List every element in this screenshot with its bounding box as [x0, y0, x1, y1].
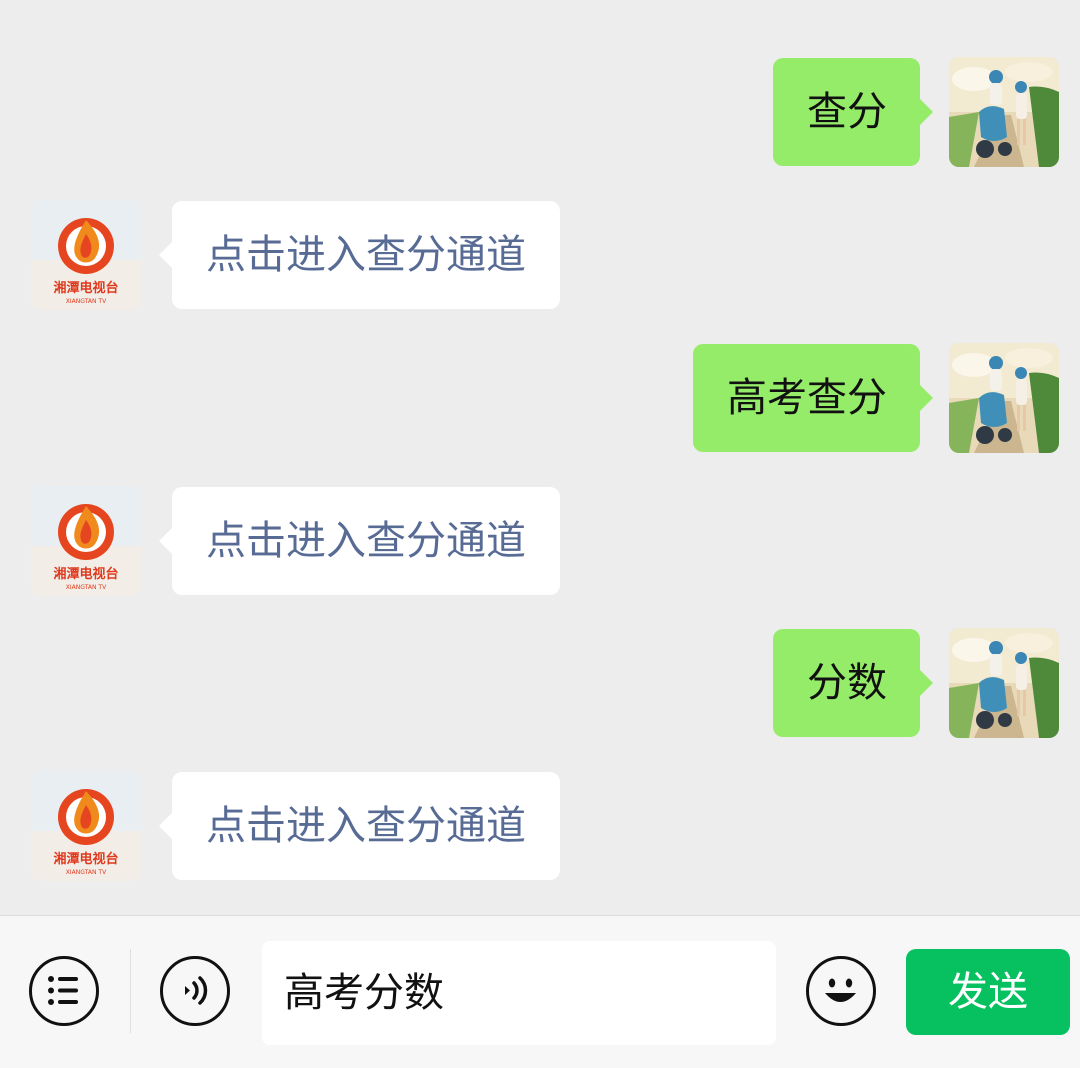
input-bar-divider [130, 949, 131, 1033]
station-logo: 湘潭电视台 XIANGTAN TV [31, 771, 141, 881]
score-channel-link[interactable]: 点击进入查分通道 [159, 201, 560, 309]
user-avatar-image [949, 628, 1059, 738]
official-account-avatar[interactable]: 湘潭电视台 XIANGTAN TV [31, 486, 141, 596]
user-avatar[interactable] [949, 343, 1059, 453]
svg-text:XIANGTAN TV: XIANGTAN TV [66, 298, 107, 305]
list-menu-button[interactable] [29, 956, 99, 1026]
user-avatar[interactable] [949, 57, 1059, 167]
svg-text:湘潭电视台: 湘潭电视台 [53, 566, 118, 582]
outgoing-message-bubble[interactable]: 分数 [773, 629, 933, 737]
score-channel-link[interactable]: 点击进入查分通道 [159, 772, 560, 880]
svg-text:湘潭电视台: 湘潭电视台 [53, 851, 118, 867]
user-avatar-image [949, 57, 1059, 167]
message-input[interactable]: 高考分数 [262, 941, 776, 1045]
chat-message-list[interactable]: 查分 湘潭电视台 XIANGTAN TV 点击进入查分通道 高考查分 湘潭电视台… [0, 0, 1080, 915]
message-row-incoming: 湘潭电视台 XIANGTAN TV 点击进入查分通道 [0, 486, 1080, 596]
list-menu-icon [48, 976, 78, 1005]
message-row-outgoing: 分数 [0, 628, 1080, 738]
score-channel-link[interactable]: 点击进入查分通道 [159, 487, 560, 595]
svg-text:XIANGTAN TV: XIANGTAN TV [66, 584, 107, 591]
send-button[interactable]: 发送 [906, 949, 1070, 1035]
message-row-incoming: 湘潭电视台 XIANGTAN TV 点击进入查分通道 [0, 771, 1080, 881]
station-logo: 湘潭电视台 XIANGTAN TV [31, 486, 141, 596]
chat-input-bar: 高考分数 发送 [0, 915, 1080, 1068]
message-row-incoming: 湘潭电视台 XIANGTAN TV 点击进入查分通道 [0, 200, 1080, 310]
outgoing-message-bubble[interactable]: 高考查分 [693, 344, 933, 452]
emoji-icon [825, 978, 856, 1002]
outgoing-message-bubble[interactable]: 查分 [773, 58, 933, 166]
user-avatar[interactable] [949, 628, 1059, 738]
message-row-outgoing: 高考查分 [0, 343, 1080, 453]
official-account-avatar[interactable]: 湘潭电视台 XIANGTAN TV [31, 771, 141, 881]
emoji-button[interactable] [806, 956, 876, 1026]
voice-input-button[interactable] [160, 956, 230, 1026]
svg-text:湘潭电视台: 湘潭电视台 [53, 280, 118, 296]
message-row-outgoing: 查分 [0, 57, 1080, 167]
svg-text:XIANGTAN TV: XIANGTAN TV [66, 869, 107, 876]
station-logo: 湘潭电视台 XIANGTAN TV [31, 200, 141, 310]
official-account-avatar[interactable]: 湘潭电视台 XIANGTAN TV [31, 200, 141, 310]
voice-icon [185, 976, 208, 1005]
user-avatar-image [949, 343, 1059, 453]
